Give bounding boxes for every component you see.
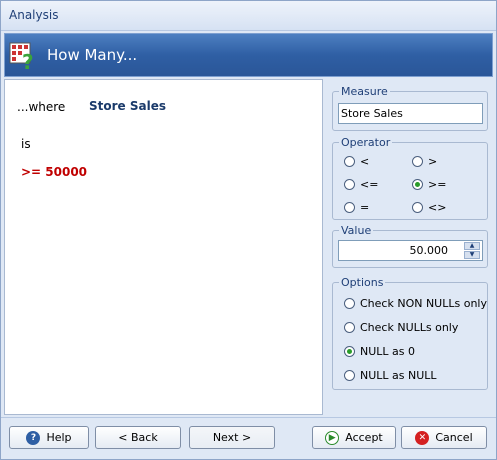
option-radio-nulls-only[interactable]: Check NULLs only	[344, 321, 458, 334]
operator-radio-gt[interactable]: >	[412, 155, 437, 168]
cancel-x-icon: ✕	[415, 430, 430, 445]
measure-group: Measure Store Sales	[332, 85, 488, 131]
is-label: is	[21, 137, 31, 151]
operator-label-eq: =	[360, 201, 370, 214]
help-icon: ?	[26, 430, 41, 445]
cancel-button[interactable]: ✕ Cancel	[401, 426, 487, 449]
accept-play-icon: ▶	[325, 430, 340, 445]
banner-title: How Many...	[47, 46, 138, 64]
option-radio-non-nulls[interactable]: Check NON NULLs only	[344, 297, 487, 310]
radio-circle	[344, 298, 355, 309]
measure-name-link[interactable]: Store Sales	[89, 99, 166, 113]
radio-circle	[344, 202, 355, 213]
value-spinbox[interactable]: 50.000 ▲ ▼	[338, 240, 483, 261]
options-group-label: Options	[339, 276, 386, 289]
window-title: Analysis	[9, 8, 59, 22]
accept-label: Accept	[345, 431, 383, 444]
measure-field[interactable]: Store Sales	[338, 103, 483, 124]
radio-circle	[344, 156, 355, 167]
operator-label-gt: >	[428, 155, 438, 168]
option-label-nulls-only: Check NULLs only	[360, 321, 459, 334]
help-label: Help	[46, 431, 72, 444]
settings-pane: Measure Store Sales Operator < > <= >= =…	[326, 79, 494, 415]
operator-radio-ge[interactable]: >=	[412, 178, 446, 191]
help-button[interactable]: ? Help	[9, 426, 89, 449]
back-label: < Back	[118, 431, 158, 444]
options-group: Options Check NON NULLs only Check NULLs…	[332, 276, 488, 390]
option-radio-null-as-zero[interactable]: NULL as 0	[344, 345, 415, 358]
operator-radio-le[interactable]: <=	[344, 178, 378, 191]
operator-label-ne: <>	[428, 201, 447, 214]
radio-circle	[344, 370, 355, 381]
value-text: 50.000	[409, 244, 449, 257]
radio-circle-selected	[412, 179, 423, 190]
option-radio-null-as-null[interactable]: NULL as NULL	[344, 369, 437, 382]
query-preview-pane: ...where Store Sales is >= 50000	[4, 79, 323, 415]
next-label: Next >	[212, 431, 252, 444]
operator-label-lt: <	[360, 155, 370, 168]
operator-radio-eq[interactable]: =	[344, 201, 369, 214]
radio-circle	[344, 322, 355, 333]
operator-group-label: Operator	[339, 136, 393, 149]
measure-group-label: Measure	[339, 85, 390, 98]
option-label-null-as-zero: NULL as 0	[360, 345, 415, 358]
spin-up-icon[interactable]: ▲	[464, 242, 480, 250]
spin-down-icon[interactable]: ▼	[464, 251, 480, 259]
operator-label-ge: >=	[428, 178, 447, 191]
value-spinner: ▲ ▼	[464, 242, 480, 259]
button-bar: ? Help < Back Next > ▶ Accept ✕ Cancel	[1, 417, 496, 459]
next-button[interactable]: Next >	[189, 426, 275, 449]
condition-expression: >= 50000	[21, 165, 88, 179]
operator-radio-ne[interactable]: <>	[412, 201, 446, 214]
value-group-label: Value	[339, 224, 374, 237]
operator-group: Operator < > <= >= = <>	[332, 136, 488, 220]
value-group: Value 50.000 ▲ ▼	[332, 224, 488, 268]
svg-text:?: ?	[22, 50, 34, 70]
option-label-non-nulls: Check NON NULLs only	[360, 297, 487, 310]
operator-radio-lt[interactable]: <	[344, 155, 369, 168]
radio-circle	[344, 179, 355, 190]
operator-label-le: <=	[360, 178, 379, 191]
back-button[interactable]: < Back	[95, 426, 181, 449]
wizard-banner: ? How Many...	[4, 33, 493, 77]
option-label-null-as-null: NULL as NULL	[360, 369, 437, 382]
where-label: ...where	[17, 100, 66, 114]
title-bar[interactable]: Analysis	[1, 1, 496, 31]
wizard-question-icon: ?	[9, 42, 34, 70]
accept-button[interactable]: ▶ Accept	[312, 426, 396, 449]
radio-circle	[412, 156, 423, 167]
radio-circle-selected	[344, 346, 355, 357]
analysis-window: Analysis ? How Many... ...where Store Sa…	[0, 0, 497, 460]
cancel-label: Cancel	[435, 431, 473, 444]
radio-circle	[412, 202, 423, 213]
